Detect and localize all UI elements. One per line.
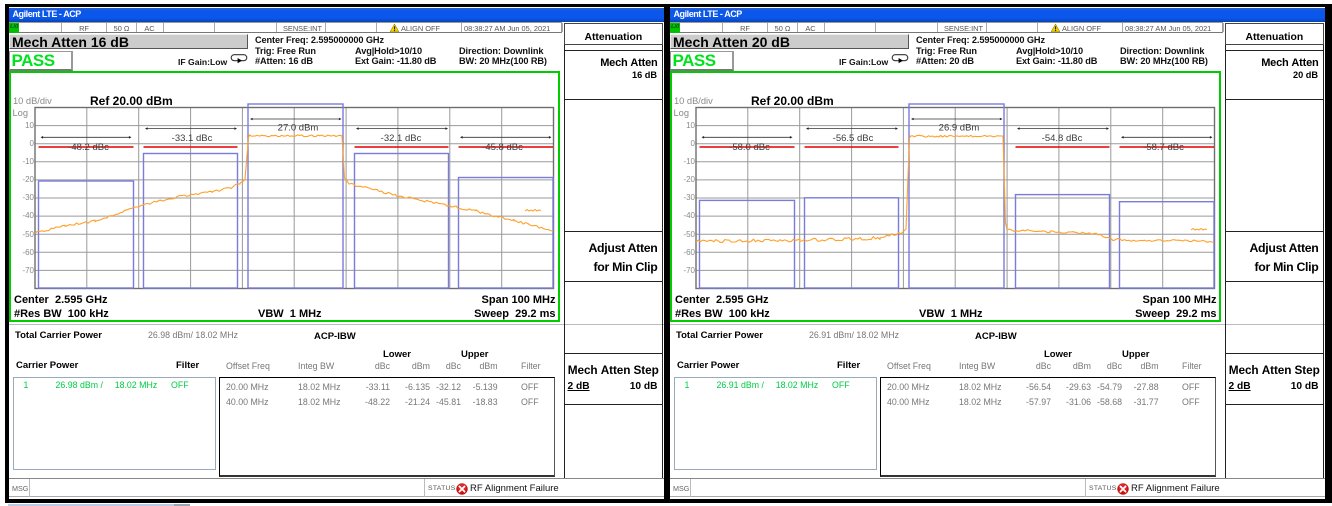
svg-text:-45.8 dBc: -45.8 dBc (482, 141, 523, 152)
svg-text:-56.5 dBc: -56.5 dBc (832, 132, 873, 143)
svg-text:26.9 dBm: 26.9 dBm (938, 122, 979, 133)
svg-text:-33.1 dBc: -33.1 dBc (171, 132, 212, 143)
svg-text:-58.0 dBc: -58.0 dBc (729, 141, 770, 152)
svg-text:27.0 dBm: 27.0 dBm (277, 122, 318, 133)
svg-text:-48.2 dBc: -48.2 dBc (68, 141, 109, 152)
svg-text:-32.1 dBc: -32.1 dBc (380, 132, 421, 143)
svg-text:-54.8 dBc: -54.8 dBc (1041, 132, 1082, 143)
svg-text:-58.7 dBc: -58.7 dBc (1143, 141, 1184, 152)
